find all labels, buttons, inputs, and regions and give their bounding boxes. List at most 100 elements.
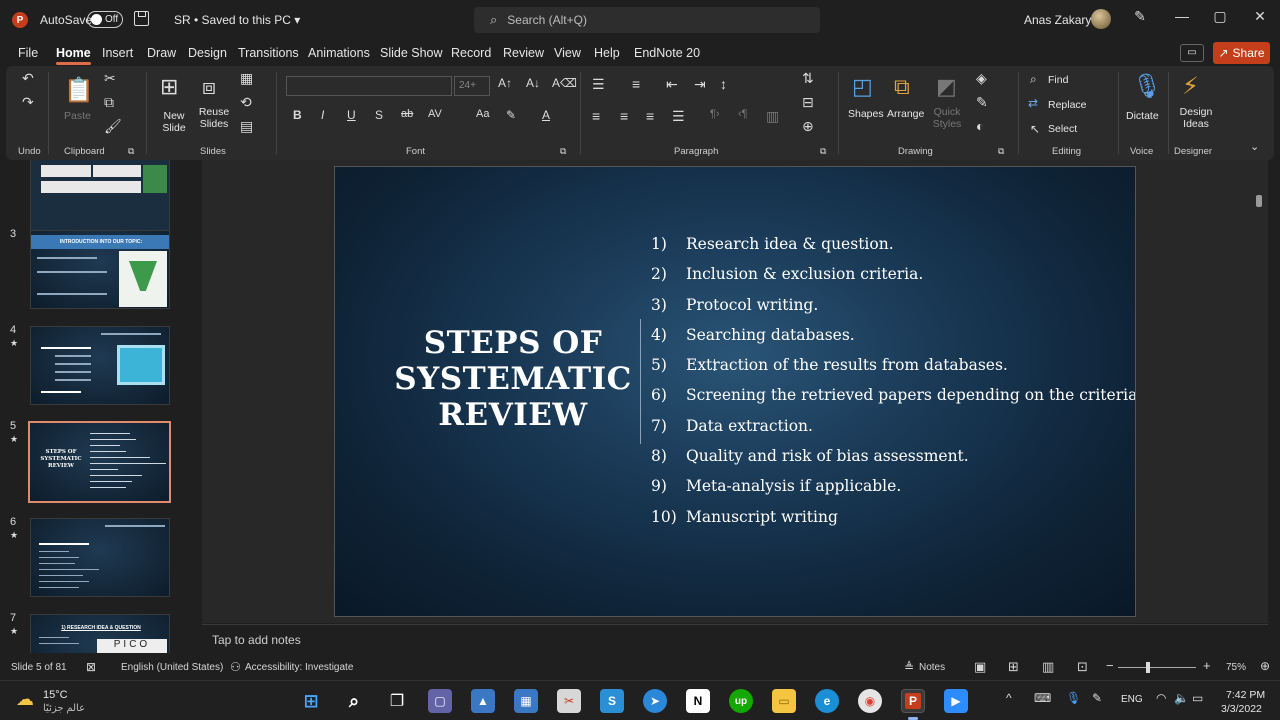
normal-view-icon[interactable]: ▣ [974, 659, 986, 675]
close-icon[interactable]: ✕ [1248, 8, 1272, 30]
slide-thumbnail[interactable]: 1) RESEARCH IDEA & QUESTION PICO [30, 614, 170, 653]
weather-icon[interactable]: ☁ [16, 689, 34, 710]
minimize-icon[interactable]: — [1170, 8, 1194, 30]
edge-icon[interactable]: e [815, 689, 839, 713]
zoom-level[interactable]: 75% [1226, 662, 1246, 673]
align-left-icon[interactable]: ≡ [592, 108, 600, 124]
zoom-slider-handle[interactable] [1146, 662, 1150, 673]
chevron-down-icon[interactable]: ⌄ [1250, 140, 1259, 153]
tab-file[interactable]: File [18, 46, 38, 60]
language-status[interactable]: English (United States) [121, 662, 223, 673]
highlight-icon[interactable]: ✎ [506, 108, 516, 122]
app-icon[interactable]: S [600, 689, 624, 713]
accessibility-status[interactable]: Accessibility: Investigate [245, 662, 353, 673]
notes-toggle[interactable]: Notes [919, 662, 945, 673]
start-icon[interactable]: ⊞ [299, 689, 323, 713]
slide-thumbnail[interactable] [30, 160, 170, 233]
scrollbar-track[interactable] [1256, 190, 1262, 610]
reuse-slides-icon[interactable]: ⧈ [202, 74, 216, 100]
tab-design[interactable]: Design [188, 46, 227, 60]
format-painter-icon[interactable]: 🖌 [104, 118, 122, 135]
select-icon[interactable]: ↖ [1030, 122, 1040, 136]
reuse-slides-label[interactable]: Reuse Slides [198, 106, 230, 130]
snipping-icon[interactable]: ✂ [557, 689, 581, 713]
spellcheck-icon[interactable]: ⊠ [86, 660, 96, 674]
font-size-input[interactable]: 24+ [454, 76, 490, 96]
character-spacing-icon[interactable]: AV [428, 108, 442, 120]
dialog-launcher-icon[interactable]: ⧉ [560, 146, 566, 157]
strikethrough-icon[interactable]: ab [401, 108, 413, 120]
italic-icon[interactable]: I [321, 108, 324, 122]
dialog-launcher-icon[interactable]: ⧉ [128, 146, 134, 157]
powerpoint-taskbar-icon[interactable]: P [901, 689, 925, 713]
tab-view[interactable]: View [554, 46, 581, 60]
slide-thumbnail[interactable] [30, 518, 170, 597]
avatar[interactable] [1091, 9, 1111, 29]
arrange-icon[interactable]: ⧉ [894, 74, 910, 100]
browser-icon[interactable]: ➤ [643, 689, 667, 713]
photos-icon[interactable]: ▲ [471, 689, 495, 713]
pen-icon[interactable]: ✎ [1092, 691, 1102, 705]
clear-format-icon[interactable]: A⌫ [552, 76, 577, 90]
new-slide-label[interactable]: New Slide [158, 110, 190, 134]
save-icon[interactable] [134, 11, 149, 26]
tab-help[interactable]: Help [594, 46, 620, 60]
decrease-indent-icon[interactable]: ⇤ [666, 76, 678, 93]
bold-icon[interactable]: B [293, 108, 302, 122]
text-direction-icon[interactable]: ⇅ [802, 70, 814, 87]
shadow-icon[interactable]: S [375, 108, 383, 122]
decrease-font-icon[interactable]: A↓ [526, 76, 540, 90]
autosave-toggle[interactable]: Off [87, 11, 123, 28]
align-center-icon[interactable]: ≡ [620, 108, 628, 124]
dictate-label[interactable]: Dictate [1126, 110, 1159, 122]
maximize-icon[interactable]: ▢ [1208, 8, 1232, 30]
tab-animations[interactable]: Animations [308, 46, 370, 60]
dialog-launcher-icon[interactable]: ⧉ [820, 146, 826, 157]
fit-to-window-icon[interactable]: ⊕ [1260, 659, 1270, 673]
find-button[interactable]: Find [1048, 74, 1068, 86]
slideshow-icon[interactable]: ⊡ [1077, 659, 1088, 675]
scrollbar-thumb[interactable] [1256, 195, 1262, 207]
battery-icon[interactable]: ▭ [1192, 691, 1203, 705]
clock-date[interactable]: 3/3/2022 [1221, 703, 1262, 715]
copy-icon[interactable]: ⧉ [104, 94, 114, 111]
shape-effects-icon[interactable]: ◐ [976, 118, 984, 134]
upwork-icon[interactable]: up [729, 689, 753, 713]
thumbnail-scrollbar[interactable] [192, 160, 200, 653]
replace-icon[interactable]: ⇄ [1028, 96, 1038, 110]
tab-insert[interactable]: Insert [102, 46, 133, 60]
tab-slide-show[interactable]: Slide Show [380, 46, 443, 60]
reset-icon[interactable]: ⟲ [240, 94, 252, 111]
tab-draw[interactable]: Draw [147, 46, 176, 60]
new-slide-icon[interactable]: ⊞ [160, 74, 178, 100]
wifi-icon[interactable]: ◠ [1156, 691, 1166, 705]
quick-styles-label[interactable]: Quick Styles [930, 106, 964, 130]
shape-fill-icon[interactable]: ◈ [976, 70, 987, 87]
chrome-icon[interactable]: ◉ [858, 689, 882, 713]
shapes-icon[interactable]: ◰ [852, 74, 873, 100]
tab-review[interactable]: Review [503, 46, 544, 60]
numbering-icon[interactable]: ≡ [632, 76, 640, 92]
chevron-up-icon[interactable]: ^ [1006, 691, 1012, 705]
vertical-scrollbar[interactable] [1254, 190, 1264, 610]
underline-icon[interactable]: U [347, 108, 356, 122]
comments-icon[interactable]: ▭ [1180, 44, 1204, 62]
tab-endnote[interactable]: EndNote 20 [634, 46, 700, 60]
rtl-icon[interactable]: ‹¶ [738, 108, 748, 120]
microphone-icon[interactable]: 🎙 [1132, 72, 1162, 101]
slide-thumbnail-selected[interactable]: STEPS OF SYSTEMATIC REVIEW [28, 421, 171, 503]
tab-record[interactable]: Record [451, 46, 491, 60]
dialog-launcher-icon[interactable]: ⧉ [998, 146, 1004, 157]
store-icon[interactable]: ▦ [514, 689, 538, 713]
quick-styles-icon[interactable]: ◩ [936, 74, 957, 100]
line-spacing-icon[interactable]: ↕ [720, 76, 727, 92]
slide-thumbnail[interactable]: INTRODUCTION INTO OUR TOPIC: [30, 230, 170, 309]
keyboard-icon[interactable]: ⌨ [1034, 691, 1051, 705]
font-color-icon[interactable]: A [542, 108, 550, 122]
zoom-app-icon[interactable]: ▶ [944, 689, 968, 713]
reading-view-icon[interactable]: ▥ [1042, 659, 1054, 675]
zoom-in-icon[interactable]: + [1203, 658, 1211, 673]
volume-icon[interactable]: 🔈 [1174, 691, 1189, 705]
replace-button[interactable]: Replace [1048, 99, 1087, 111]
design-ideas-icon[interactable]: ⚡ [1182, 72, 1199, 101]
